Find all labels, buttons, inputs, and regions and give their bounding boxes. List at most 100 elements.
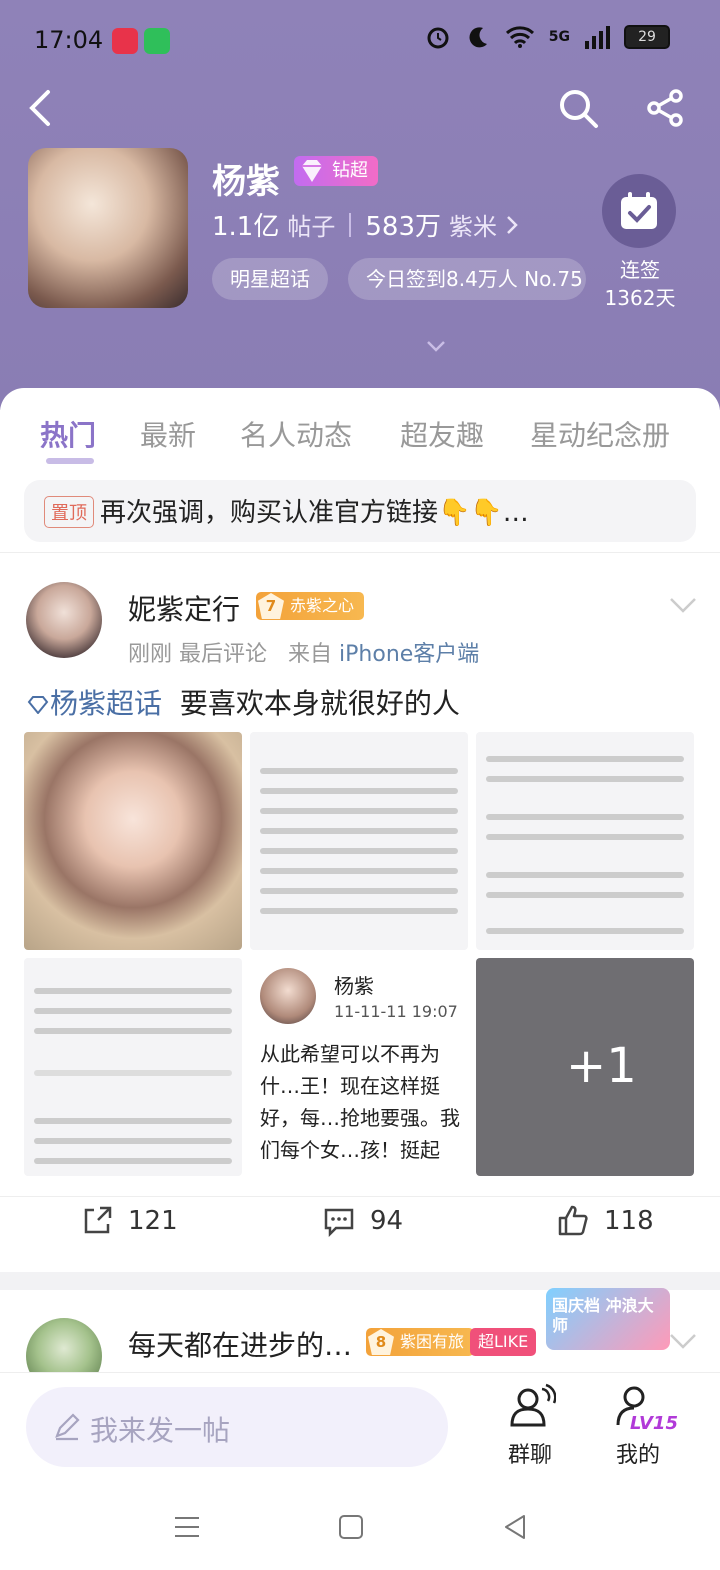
group-chat-icon (510, 1383, 556, 1427)
wifi-icon (505, 26, 534, 48)
post-author-avatar[interactable] (26, 582, 102, 658)
fans-label[interactable]: 紫米 (449, 207, 497, 242)
like-action[interactable]: 118 (556, 1204, 654, 1238)
post-image-quote[interactable]: 杨紫 11-11-11 19:07 从此希望可以不再为什…王！现在这样挺好，每…… (250, 958, 468, 1176)
checkin-button[interactable] (602, 174, 676, 248)
fans-count[interactable]: 583万 (365, 206, 441, 243)
battery-icon: 29 (624, 25, 670, 49)
search-icon[interactable] (556, 86, 600, 130)
chevron-down-icon[interactable] (424, 338, 448, 354)
post-source: iPhone客户端 (339, 642, 480, 667)
fan-level-number: 8 (368, 1329, 394, 1355)
checkin-label: 连签 1362天 (586, 256, 694, 312)
diamond-icon (302, 160, 322, 182)
fan-level-badge: 8 紫困有旅 (366, 1328, 475, 1356)
thumbs-up-icon (558, 1205, 588, 1236)
back-nav-icon[interactable] (500, 1512, 530, 1542)
fan-badge-label: 紫困有旅 (400, 1332, 465, 1351)
post-author-name[interactable]: 妮紫定行 (128, 588, 240, 628)
pen-icon (55, 1413, 80, 1441)
forum-stats: 1.1亿 帖子 583万 紫米 (212, 206, 519, 243)
forum-topic-link[interactable]: 杨紫超话 (26, 687, 162, 720)
group-chat-label: 群聊 (507, 1443, 552, 1468)
tab-bar: 热门 最新 名人动态 超友趣 星动纪念册 (0, 388, 720, 472)
promo-banner[interactable]: 国庆档 冲浪大师 (546, 1288, 670, 1350)
forum-header: 17:04 5G 29 杨紫 钻超 1.1亿 帖子 583万 紫米 明星超话 今… (0, 0, 720, 410)
share-icon[interactable] (644, 86, 688, 130)
calendar-check-icon (621, 192, 657, 229)
stats-divider (349, 212, 352, 237)
chevron-down-icon[interactable] (668, 1332, 698, 1350)
posts-count: 1.1亿 (212, 212, 280, 242)
comment-action[interactable]: 94 (322, 1204, 403, 1238)
quote-time: 11-11-11 19:07 (334, 1002, 458, 1021)
moon-icon (469, 27, 487, 48)
post-image[interactable] (250, 732, 468, 950)
divider (0, 1196, 720, 1197)
more-images-count[interactable]: +1 (566, 1038, 637, 1094)
category-chip[interactable]: 明星超话 (212, 258, 328, 300)
comment-count: 94 (370, 1206, 404, 1236)
back-icon[interactable] (22, 86, 66, 130)
app-notification-icon (112, 28, 138, 54)
post-body[interactable]: 杨紫超话 要喜欢本身就很好的人 (26, 682, 460, 722)
fan-level-number: 7 (258, 593, 284, 619)
group-chat-button[interactable]: 群聊 (490, 1381, 570, 1469)
tab-fan-fun[interactable]: 超友趣 (400, 414, 484, 454)
share-action[interactable]: 121 (80, 1204, 178, 1238)
home-icon[interactable] (336, 1512, 366, 1542)
chevron-right-icon[interactable] (505, 214, 519, 236)
compose-post-input[interactable]: 我来发一帖 (26, 1387, 448, 1467)
post-time: 刚刚 (128, 642, 173, 667)
forum-name: 杨紫 (212, 162, 280, 202)
tab-celebrity-updates[interactable]: 名人动态 (240, 414, 352, 454)
posts-label: 帖子 (287, 213, 336, 241)
quote-author: 杨紫 (334, 974, 374, 998)
post-author-name[interactable]: 每天都在进步的… (128, 1324, 352, 1364)
fan-level-badge: 7 赤紫之心 (256, 592, 365, 620)
mine-label: 我的 (615, 1443, 660, 1468)
like-count: 118 (604, 1206, 654, 1236)
menu-icon[interactable] (172, 1512, 202, 1542)
pinned-text: 再次强调，购买认准官方链接👇👇… (100, 498, 529, 528)
forum-avatar[interactable] (28, 148, 188, 308)
share-icon (84, 1206, 112, 1234)
tab-latest[interactable]: 最新 (140, 414, 196, 454)
super-like-badge: 超LIKE (470, 1328, 537, 1356)
quote-avatar (260, 968, 316, 1024)
checkin-stats-chip[interactable]: 今日签到8.4万人 No.75 (348, 258, 586, 300)
status-time: 17:04 (34, 26, 104, 54)
super-badge-label: 钻超 (332, 160, 368, 181)
diamond-icon (27, 696, 49, 714)
post-meta: 刚刚 最后评论 来自 iPhone客户端 (128, 636, 479, 668)
post-image[interactable] (24, 958, 242, 1176)
quote-text: 从此希望可以不再为什…王！现在这样挺好，每…抢地要强。我们每个女…孩！挺起背，骄… (260, 1042, 460, 1162)
network-type: 5G (548, 29, 570, 45)
user-level-badge: LV15 (630, 1413, 678, 1434)
alarm-icon (427, 27, 449, 49)
chevron-down-icon[interactable] (668, 596, 698, 614)
tab-hot[interactable]: 热门 (40, 414, 96, 454)
divider (0, 552, 720, 553)
pinned-post[interactable]: 置顶 再次强调，购买认准官方链接👇👇… (24, 480, 696, 542)
bottom-bar: 我来发一帖 群聊 我的 LV15 (0, 1372, 720, 1490)
post-text: 要喜欢本身就很好的人 (179, 687, 460, 720)
share-count: 121 (128, 1206, 178, 1236)
post-image[interactable] (476, 732, 694, 950)
pinned-badge: 置顶 (44, 496, 94, 528)
checkin-days: 1362天 (604, 286, 676, 310)
compose-placeholder: 我来发一帖 (90, 1414, 231, 1447)
signal-icon (585, 26, 610, 49)
post-image[interactable] (24, 732, 242, 950)
app-notification-icon (144, 28, 170, 54)
comment-icon (324, 1208, 354, 1238)
fan-badge-label: 赤紫之心 (290, 596, 355, 615)
system-navigation-bar (0, 1490, 720, 1570)
status-bar: 17:04 5G 29 (0, 0, 720, 80)
post-source-prefix: 来自 (288, 642, 333, 667)
super-badge[interactable]: 钻超 (294, 156, 378, 186)
checkin-title: 连签 (620, 258, 660, 282)
forum-topic-label: 杨紫超话 (50, 687, 163, 720)
tab-memorial-album[interactable]: 星动纪念册 (530, 414, 670, 454)
post-last-comment: 最后评论 (179, 642, 268, 667)
